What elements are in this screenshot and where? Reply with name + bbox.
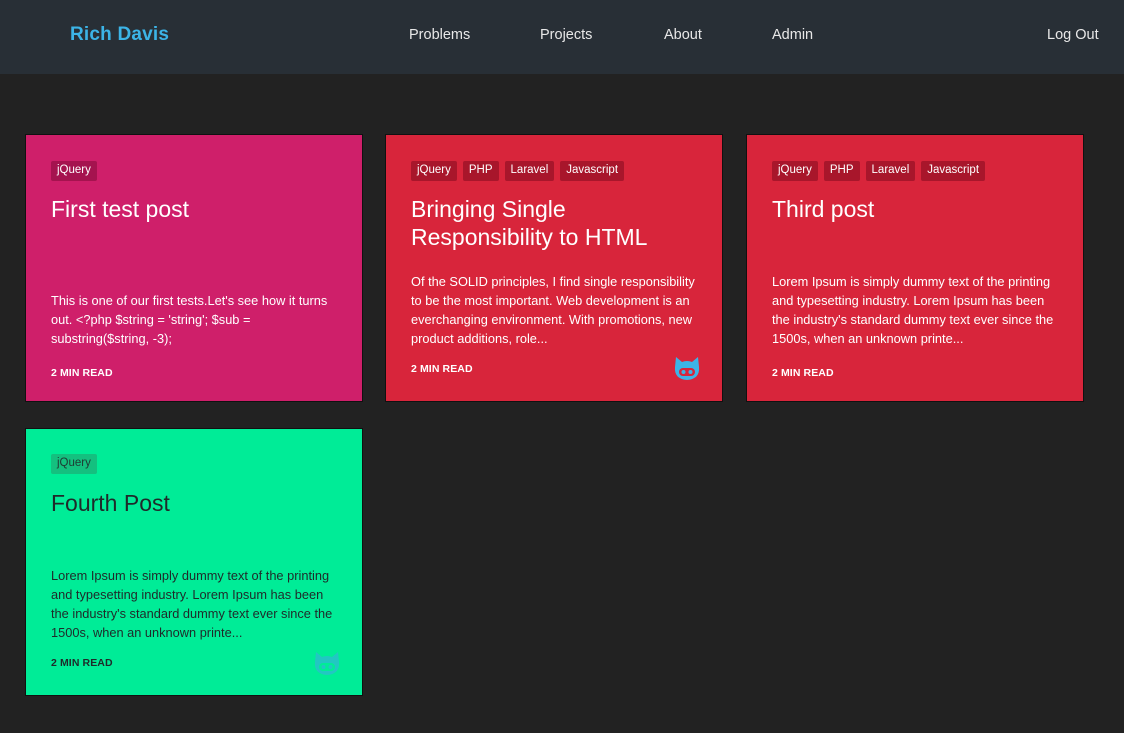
tag[interactable]: jQuery xyxy=(51,454,97,474)
post-card[interactable]: jQuery First test post This is one of ou… xyxy=(25,134,363,402)
tag[interactable]: Laravel xyxy=(865,161,916,181)
tag[interactable]: jQuery xyxy=(51,161,97,181)
post-card[interactable]: jQuery Fourth Post Lorem Ipsum is simply… xyxy=(25,428,363,696)
tag[interactable]: jQuery xyxy=(772,161,818,181)
tag[interactable]: jQuery xyxy=(411,161,457,181)
post-title[interactable]: First test post xyxy=(51,195,341,223)
nav-link-projects[interactable]: Projects xyxy=(540,27,592,43)
post-title[interactable]: Third post xyxy=(772,195,1062,223)
read-time: 2 MIN READ xyxy=(772,367,834,379)
nav-link-about[interactable]: About xyxy=(664,27,702,43)
read-time: 2 MIN READ xyxy=(51,367,113,379)
tag-list: jQuery xyxy=(51,454,97,474)
post-title[interactable]: Fourth Post xyxy=(51,489,341,517)
post-excerpt: Of the SOLID principles, I find single r… xyxy=(411,274,695,346)
post-title[interactable]: Bringing Single Responsibility to HTML xyxy=(411,195,701,251)
nav-link-problems[interactable]: Problems xyxy=(409,27,470,43)
tag[interactable]: PHP xyxy=(823,161,860,181)
read-time: 2 MIN READ xyxy=(411,363,473,375)
brand-logo-link[interactable]: Rich Davis xyxy=(70,24,169,46)
post-excerpt: This is one of our first tests.Let's see… xyxy=(51,293,328,346)
tag[interactable]: Javascript xyxy=(560,161,625,181)
tag-list: jQuery PHP Laravel Javascript xyxy=(772,161,986,181)
nav-link-admin[interactable]: Admin xyxy=(772,27,813,43)
post-excerpt: Lorem Ipsum is simply dummy text of the … xyxy=(51,568,333,640)
top-navbar: Rich Davis Problems Projects About Admin… xyxy=(0,0,1124,74)
github-icon[interactable] xyxy=(314,652,340,676)
tag-list: jQuery PHP Laravel Javascript xyxy=(411,161,625,181)
tag[interactable]: Laravel xyxy=(504,161,555,181)
tag[interactable]: PHP xyxy=(462,161,499,181)
tag[interactable]: Javascript xyxy=(921,161,986,181)
read-time: 2 MIN READ xyxy=(51,657,113,669)
post-excerpt: Lorem Ipsum is simply dummy text of the … xyxy=(772,274,1054,346)
post-card[interactable]: jQuery PHP Laravel Javascript Bringing S… xyxy=(385,134,723,402)
logout-link[interactable]: Log Out xyxy=(1047,27,1099,43)
tag-list: jQuery xyxy=(51,161,97,181)
post-card[interactable]: jQuery PHP Laravel Javascript Third post… xyxy=(746,134,1084,402)
github-icon[interactable] xyxy=(674,357,700,381)
